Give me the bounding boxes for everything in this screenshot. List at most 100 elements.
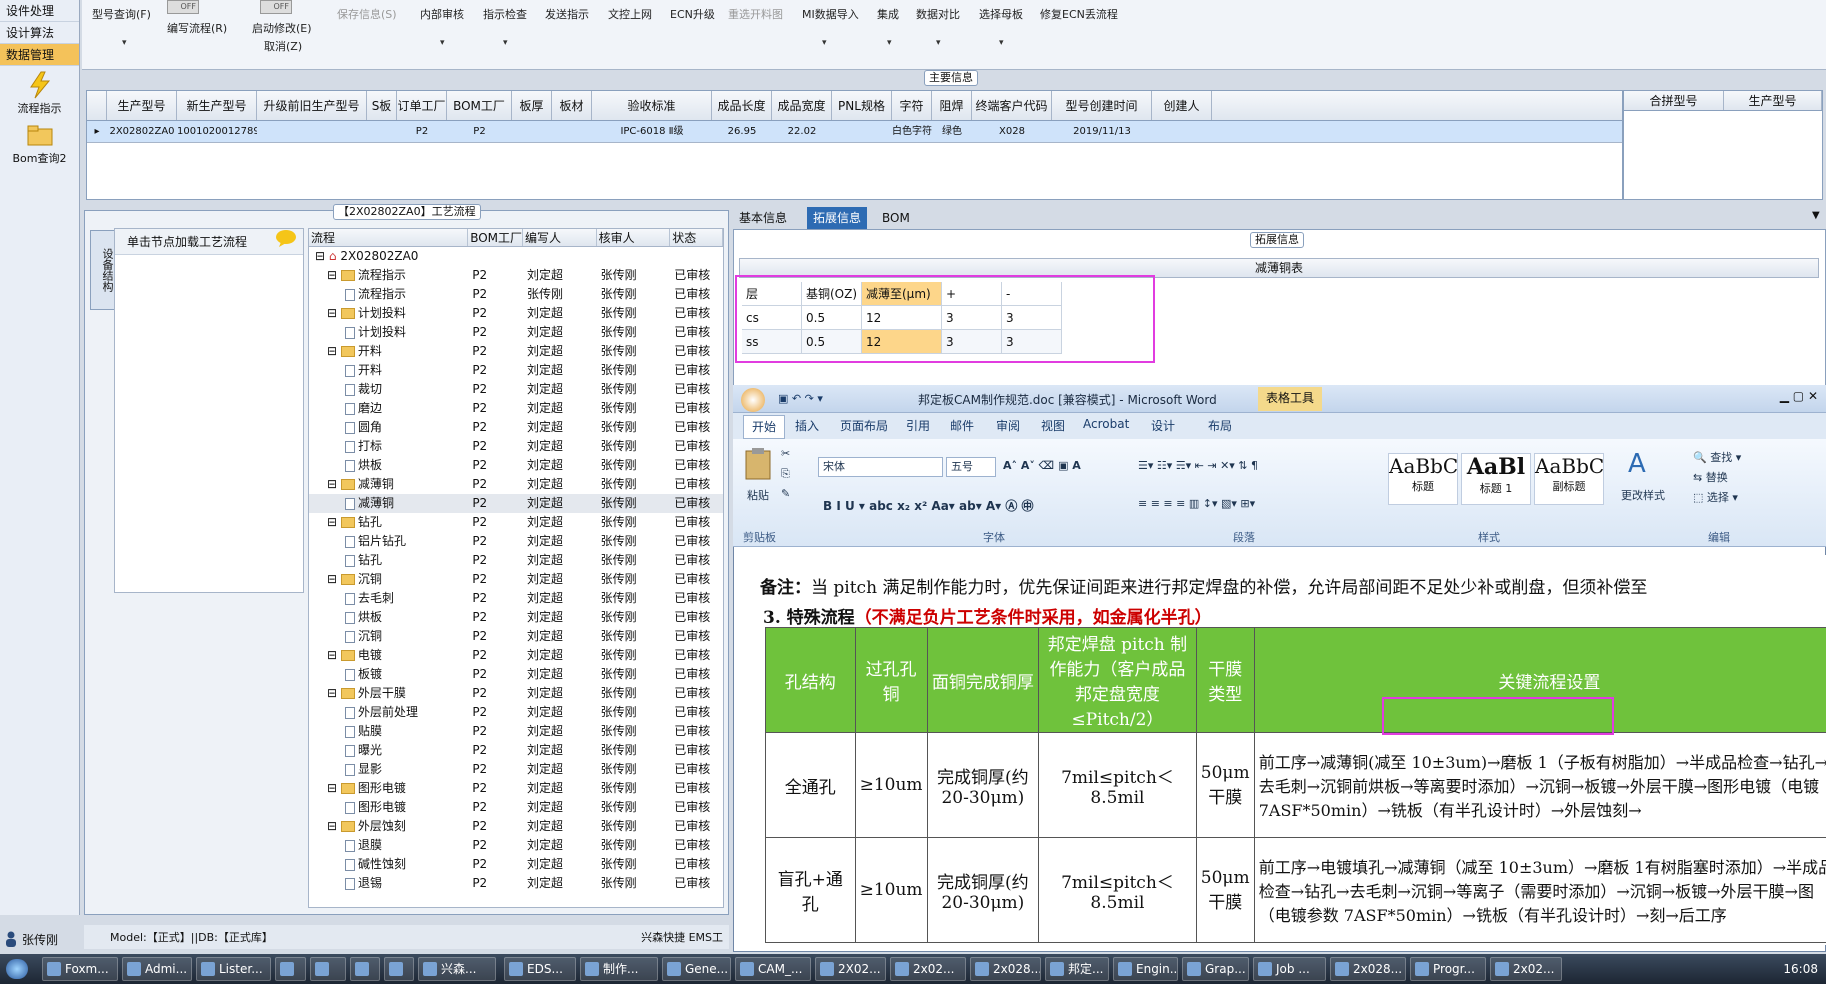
quick-access[interactable]: ▣ ↶ ↷ ▾ [778, 392, 823, 405]
tree-row[interactable]: ⊟ 减薄铜 P2 刘定超 张传刚 已审核 [309, 475, 723, 494]
save-info-button[interactable]: 保存信息(S) [337, 6, 397, 22]
find-button[interactable]: 🔍 查找 ▾ [1693, 449, 1741, 465]
taskbar-item[interactable]: 制作... [580, 957, 658, 981]
change-style-icon[interactable]: A [1628, 449, 1646, 479]
col-header[interactable]: 创建人 [1152, 91, 1212, 120]
word-tab[interactable]: Acrobat [1083, 417, 1129, 431]
table-cell[interactable]: 26.95 [712, 121, 772, 142]
send-instruction-button[interactable]: 发送指示 [545, 6, 589, 22]
tree-row[interactable]: 图形电镀 P2 刘定超 张传刚 已审核 [309, 798, 723, 817]
table-cell[interactable]: 绿色 [932, 121, 972, 142]
word-tab[interactable]: 开始 [743, 415, 786, 439]
format-painter-icon[interactable]: ✎ [781, 487, 790, 500]
data-compare-button[interactable]: 数据对比 [916, 6, 960, 22]
chevron-down-icon[interactable]: ▾ [936, 38, 941, 48]
tree-row[interactable]: 退锡 P2 刘定超 张传刚 已审核 [309, 874, 723, 893]
tree-row[interactable]: ⊟ 外层干膜 P2 刘定超 张传刚 已审核 [309, 684, 723, 703]
tree-row[interactable]: 曝光 P2 刘定超 张传刚 已审核 [309, 741, 723, 760]
row-indicator[interactable]: ▸ [87, 121, 107, 142]
instruction-check-button[interactable]: 指示检查 [483, 6, 527, 22]
table-cell[interactable] [1152, 121, 1212, 142]
taskbar-item[interactable]: 2x02... [1490, 957, 1562, 981]
taskbar-item[interactable]: 兴森... [418, 957, 496, 981]
table-cell[interactable]: ≥10um [854, 732, 928, 838]
word-tab[interactable]: 页面布局 [840, 417, 888, 434]
list-icons[interactable]: ☰▾ ☷▾ ☴▾ ⇤ ⇥ ✕▾ ⇅ ¶ [1138, 459, 1258, 472]
table-cell[interactable]: 7mil≤pitch＜8.5mil [1038, 732, 1197, 838]
taskbar-item[interactable] [384, 957, 414, 981]
col-header[interactable]: 成品长度 [712, 91, 772, 120]
cut-icon[interactable]: ✂ [781, 447, 790, 460]
start-edit-button[interactable]: 启动修改(E) [252, 20, 312, 36]
ecn-upgrade-button[interactable]: ECN升级 [670, 6, 715, 22]
col-header[interactable]: 板厚 [512, 91, 552, 120]
bom-nav-button[interactable]: Bom查询2 [0, 116, 79, 166]
col-header[interactable]: 型号创建时间 [1052, 91, 1152, 120]
col-header[interactable]: 板材 [552, 91, 592, 120]
office-button[interactable] [741, 388, 765, 412]
taskbar-item[interactable]: 邦定... [1045, 957, 1109, 981]
taskbar-item[interactable]: 2X02... [815, 957, 886, 981]
window-controls[interactable]: ▁ ▢ ✕ [1780, 389, 1818, 403]
tree-row[interactable]: 钻孔 P2 刘定超 张传刚 已审核 [309, 551, 723, 570]
toggle-switch-1[interactable]: OFF [167, 0, 199, 14]
table-header-cell[interactable]: 面铜完成铜厚 [926, 627, 1040, 733]
taskbar-item[interactable]: Lister... [196, 957, 271, 981]
table-cell[interactable] [512, 121, 552, 142]
col-header[interactable]: 升级前旧生产型号 [257, 91, 367, 120]
doc-control-button[interactable]: 文控上网 [608, 6, 652, 22]
word-tab[interactable]: 设计 [1151, 417, 1175, 434]
col-header[interactable]: BOM工厂 [447, 91, 512, 120]
taskbar-item[interactable]: Progr... [1410, 957, 1486, 981]
tree-row[interactable]: ⊟ 计划投料 P2 刘定超 张传刚 已审核 [309, 304, 723, 323]
word-tab[interactable]: 引用 [906, 417, 930, 434]
select-motherboard-button[interactable]: 选择母板 [979, 6, 1023, 22]
table-cell[interactable]: 7mil≤pitch＜8.5mil [1038, 837, 1197, 943]
style-title[interactable]: AaBbC 标题 [1388, 453, 1458, 505]
table-header-cell[interactable]: 干膜类型 [1195, 627, 1255, 733]
paste-icon[interactable] [743, 447, 773, 481]
tree-row[interactable]: ⊟ 开料 P2 刘定超 张传刚 已审核 [309, 342, 723, 361]
table-cell[interactable]: IPC-6018 Ⅱ级 [592, 121, 712, 142]
table-cell[interactable]: P2 [397, 121, 447, 142]
tab-bom[interactable]: BOM [876, 207, 916, 229]
col-header[interactable]: 字符 [892, 91, 932, 120]
font-format-icons[interactable]: B I U ▾ abc x₂ x² Aa▾ ab▾ A▾ Ⓐ ㊥ [823, 497, 1034, 514]
table-cell[interactable]: 2X02802ZA0 [107, 121, 177, 142]
col-header[interactable]: 生产型号 [107, 91, 177, 120]
tree-row[interactable]: 沉铜 P2 刘定超 张传刚 已审核 [309, 627, 723, 646]
tree-row[interactable]: 裁切 P2 刘定超 张传刚 已审核 [309, 380, 723, 399]
nav-item-0[interactable]: 设件处理 [0, 0, 79, 22]
tree-row[interactable]: ⊟ 流程指示 P2 刘定超 张传刚 已审核 [309, 266, 723, 285]
chevron-down-icon[interactable]: ▾ [122, 38, 127, 48]
col-header[interactable]: 终端客户代码 [972, 91, 1052, 120]
word-tab[interactable]: 插入 [795, 417, 819, 434]
tree-row[interactable]: 烘板 P2 刘定超 张传刚 已审核 [309, 456, 723, 475]
tree-row[interactable]: 铝片钻孔 P2 刘定超 张传刚 已审核 [309, 532, 723, 551]
word-tab[interactable]: 邮件 [950, 417, 974, 434]
col-header[interactable]: 验收标准 [592, 91, 712, 120]
col-header[interactable]: 订单工厂 [397, 91, 447, 120]
table-cell[interactable]: X028 [972, 121, 1052, 142]
tree-root[interactable]: ⊟ ⌂ 2X02802ZA0 [309, 247, 723, 266]
write-flow-button[interactable]: 编写流程(R) [167, 20, 227, 36]
tree-row[interactable]: 开料 P2 刘定超 张传刚 已审核 [309, 361, 723, 380]
chevron-down-icon[interactable]: ▼ [1812, 210, 1820, 221]
font-grow-icon[interactable]: A˄ A˅ ⌫ ▣ A [1003, 459, 1081, 472]
table-header-cell[interactable]: 邦定焊盘 pitch 制作能力（客户成品邦定盘宽度≤Pitch/2） [1038, 627, 1197, 733]
taskbar-item[interactable]: 2x028... [970, 957, 1041, 981]
paste-button[interactable]: 粘贴 [747, 487, 769, 503]
taskbar-item[interactable]: CAM_... [735, 957, 811, 981]
style-heading1[interactable]: AaBl 标题 1 [1461, 453, 1531, 505]
table-cell[interactable]: 盲孔+通孔 [765, 837, 856, 943]
col-header[interactable]: 新生产型号 [177, 91, 257, 120]
table-cell[interactable]: 前工序→减薄铜(减至 10±3um)→磨板 1（子板有树脂加）→半成品检查→钻孔… [1253, 732, 1826, 838]
taskbar-item[interactable] [350, 957, 380, 981]
word-tab[interactable]: 审阅 [996, 417, 1020, 434]
table-cell[interactable] [257, 121, 367, 142]
internal-review-button[interactable]: 内部审核 [420, 6, 464, 22]
tree-row[interactable]: ⊟ 沉铜 P2 刘定超 张传刚 已审核 [309, 570, 723, 589]
table-cell[interactable]: 全通孔 [765, 732, 856, 838]
chevron-down-icon[interactable]: ▾ [440, 38, 445, 48]
model-query-button[interactable]: 型号查询(F) [92, 6, 151, 22]
